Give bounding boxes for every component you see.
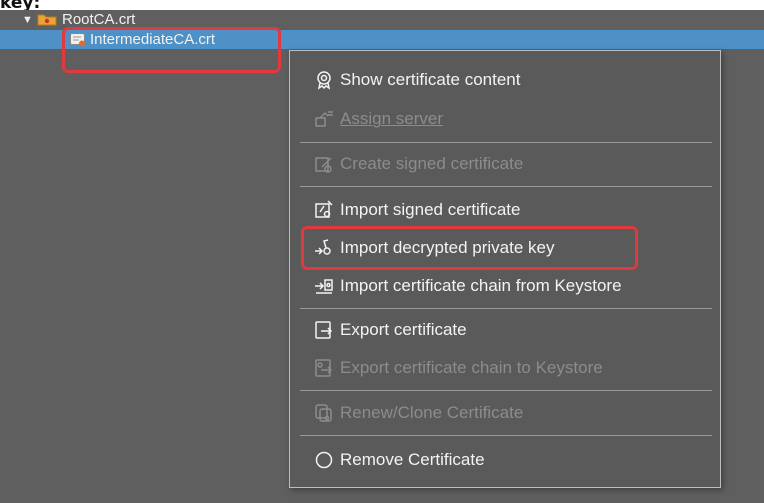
certificate-icon xyxy=(314,70,334,90)
menu-item-label: Renew/Clone Certificate xyxy=(340,403,524,422)
menu-item-remove-certificate[interactable]: Remove Certificate xyxy=(290,443,720,477)
menu-separator xyxy=(300,308,712,309)
menu-separator xyxy=(300,435,712,436)
menu-item-label: Remove Certificate xyxy=(340,450,485,469)
menu-item-import-signed-certificate[interactable]: Import signed certificate xyxy=(290,193,720,227)
import-chain-icon xyxy=(314,276,334,296)
renew-icon xyxy=(314,403,334,423)
export-icon xyxy=(314,320,334,340)
menu-item-renew-clone-certificate[interactable]: Renew/Clone Certificate xyxy=(290,396,720,430)
folder-icon xyxy=(37,13,57,26)
menu-separator xyxy=(300,390,712,391)
menu-separator xyxy=(300,186,712,187)
tree-node-label: RootCA.crt xyxy=(62,11,136,28)
menu-item-export-certificate-chain[interactable]: Export certificate chain to Keystore xyxy=(290,351,720,385)
menu-item-label: Export certificate chain to Keystore xyxy=(340,358,603,377)
menu-item-label: Create signed certificate xyxy=(340,154,524,173)
menu-item-create-signed-certificate[interactable]: Create signed certificate xyxy=(290,147,720,181)
menu-item-assign-server[interactable]: Assign server xyxy=(290,102,720,136)
export-chain-icon xyxy=(314,358,334,378)
menu-item-show-certificate-content[interactable]: Show certificate content xyxy=(290,63,720,97)
import-signed-icon xyxy=(314,200,334,220)
menu-item-label: Export certificate xyxy=(340,320,467,339)
assign-server-icon xyxy=(314,109,334,129)
menu-item-import-certificate-chain[interactable]: Import certificate chain from Keystore xyxy=(290,269,720,303)
sign-icon xyxy=(314,154,334,174)
highlight-box-import-key xyxy=(301,226,638,270)
menu-item-export-certificate[interactable]: Export certificate xyxy=(290,313,720,347)
remove-circle-icon xyxy=(314,450,334,470)
expand-arrow-icon[interactable]: ▼ xyxy=(22,14,33,26)
highlight-box-intermediate xyxy=(62,27,281,73)
menu-separator xyxy=(300,142,712,143)
menu-item-label: Import signed certificate xyxy=(340,200,521,219)
menu-item-label: Show certificate content xyxy=(340,70,521,89)
menu-item-label: Assign server xyxy=(340,109,443,128)
menu-item-label: Import certificate chain from Keystore xyxy=(340,276,622,295)
